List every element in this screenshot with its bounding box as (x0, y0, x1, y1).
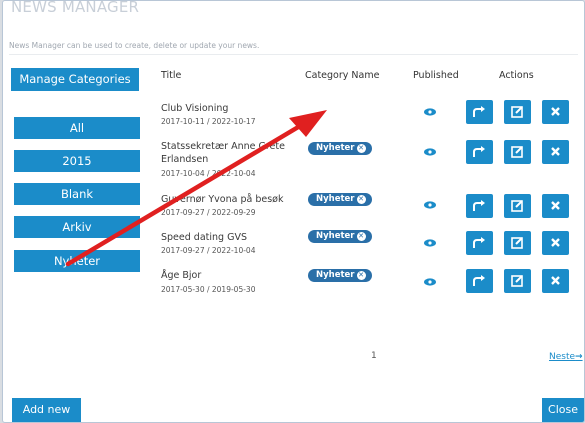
annotation-arrow-icon (65, 110, 327, 267)
